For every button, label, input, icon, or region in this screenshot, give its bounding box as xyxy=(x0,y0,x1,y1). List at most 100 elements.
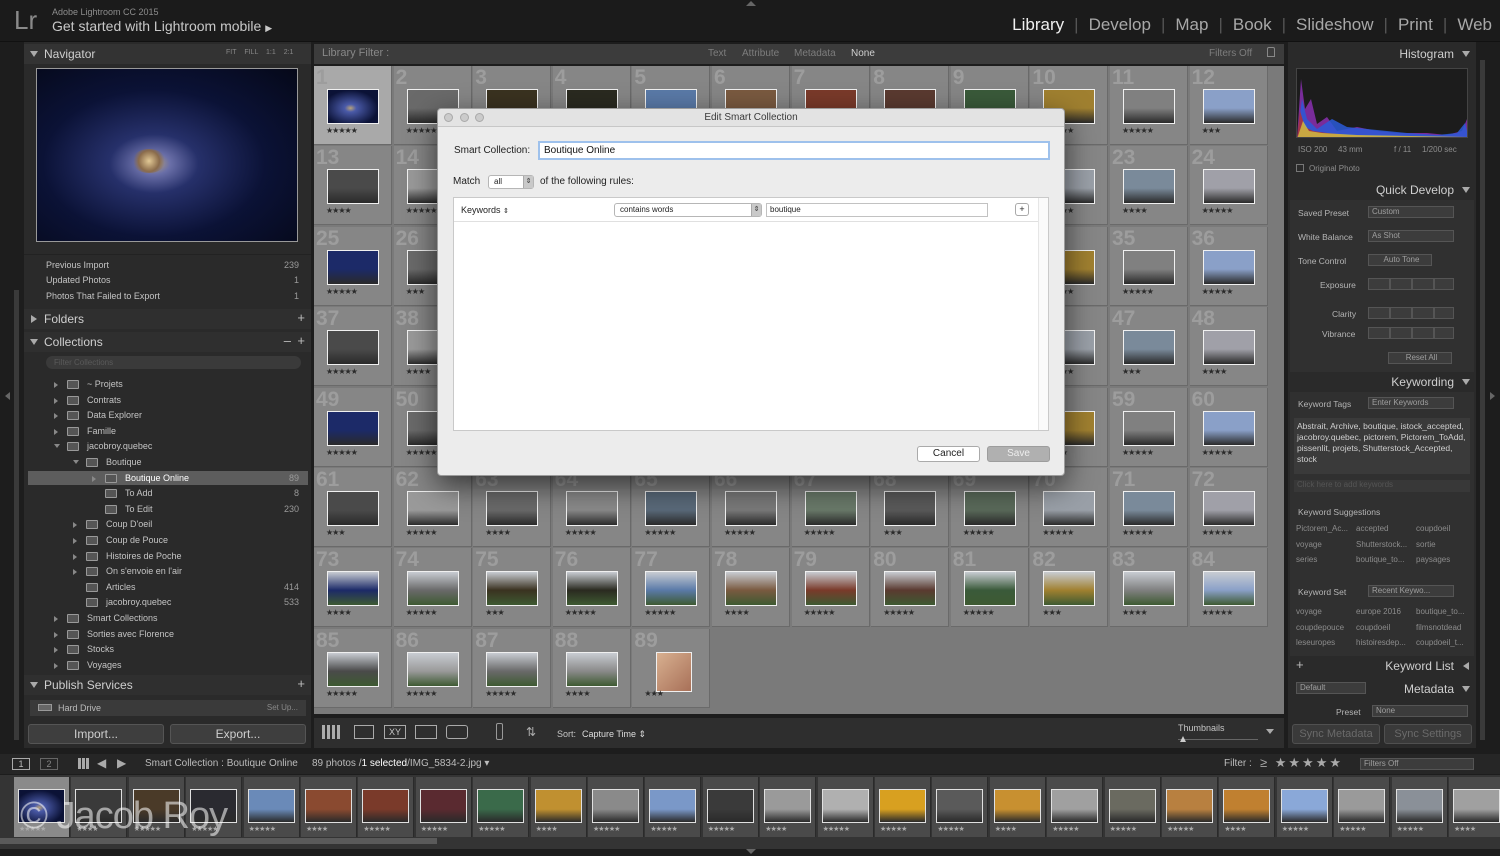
compare-view-icon[interactable]: XY xyxy=(384,725,406,739)
add-collection-icon[interactable]: + xyxy=(297,333,305,348)
star-rating[interactable]: ★★★ xyxy=(326,528,345,537)
grid-cell[interactable]: 66 ★★★★★ xyxy=(712,468,790,547)
grid-thumbnail[interactable] xyxy=(327,410,379,446)
filmstrip-cell[interactable]: ★★★★★ xyxy=(932,777,989,837)
star-rating[interactable]: ★★★★★ xyxy=(1122,287,1154,296)
filter-metadata[interactable]: Metadata xyxy=(794,48,836,59)
grid-thumbnail[interactable] xyxy=(486,651,539,687)
filmstrip-thumbnail[interactable] xyxy=(764,789,812,823)
grid-cell[interactable]: 75 ★★★ xyxy=(473,548,552,628)
star-rating[interactable]: ★★★★★ xyxy=(1122,528,1154,537)
grid-cell[interactable]: 69 ★★★★★ xyxy=(950,468,1029,547)
collapse-top-arrow-icon[interactable] xyxy=(746,1,756,6)
grid-thumbnail[interactable] xyxy=(804,571,857,607)
filmstrip-cell[interactable]: ★★★★★ xyxy=(358,777,415,837)
grid-thumbnail[interactable] xyxy=(963,491,1016,526)
grid-view-small-icon[interactable] xyxy=(78,758,89,769)
collection-item[interactable]: ~ Projets xyxy=(87,379,123,389)
filmstrip-thumbnail[interactable] xyxy=(1108,789,1156,823)
grid-thumbnail[interactable] xyxy=(725,571,777,607)
filmstrip-cell[interactable]: ★★★★★ xyxy=(1104,777,1161,837)
loupe-view-icon[interactable] xyxy=(354,725,374,739)
filmstrip-thumbnail[interactable] xyxy=(879,789,926,823)
filmstrip-thumbnail[interactable] xyxy=(477,789,525,823)
filmstrip-thumbnail[interactable] xyxy=(821,789,869,823)
star-rating[interactable]: ★★★★★ xyxy=(406,206,438,215)
rule-value-field[interactable]: boutique xyxy=(766,203,988,217)
filmstrip-thumbnail[interactable] xyxy=(419,789,467,823)
filmstrip-cell[interactable]: ★★★★★ xyxy=(817,777,874,837)
collapse-bottom-arrow-icon[interactable] xyxy=(746,849,756,854)
grid-thumbnail[interactable] xyxy=(406,651,459,687)
filmstrip-cell[interactable]: ★★★★ xyxy=(760,777,817,837)
star-rating[interactable]: ★★★★ xyxy=(326,608,352,617)
grid-cell[interactable]: 67 ★★★★★ xyxy=(791,468,870,547)
star-rating[interactable]: ★★★ xyxy=(883,528,902,537)
clarity-stepper[interactable] xyxy=(1368,307,1454,319)
mobile-link-label[interactable]: Get started with Lightroom mobile xyxy=(52,18,261,34)
filmstrip-scrollbar[interactable] xyxy=(0,838,437,844)
disclosure-triangle-icon[interactable] xyxy=(73,460,79,464)
grid-cell[interactable]: 73 ★★★★ xyxy=(314,548,392,628)
star-rating[interactable]: ★★★★★ xyxy=(1042,528,1074,537)
grid-cell[interactable]: 77 ★★★★★ xyxy=(632,548,711,628)
collection-item[interactable]: On s'envoie en l'air xyxy=(106,566,182,576)
filmstrip-cell[interactable]: ★★★★ xyxy=(301,777,357,837)
star-rating[interactable]: ★★★★★ xyxy=(406,448,438,457)
star-rating[interactable]: ★★★ xyxy=(406,287,425,296)
star-rating[interactable]: ★★★★ xyxy=(1122,206,1148,215)
filmstrip-cell[interactable]: ★★★★★ xyxy=(473,777,530,837)
grid-cell[interactable]: 49 ★★★★★ xyxy=(314,387,392,467)
grid-cell[interactable]: 65 ★★★★★ xyxy=(632,468,711,547)
filmstrip-thumbnail[interactable] xyxy=(1166,789,1213,823)
collection-item[interactable]: Smart Collections xyxy=(87,613,158,623)
grid-thumbnail[interactable] xyxy=(1123,491,1175,526)
grid-cell[interactable]: 81 ★★★★★ xyxy=(950,548,1029,628)
star-rating[interactable]: ★★★★★ xyxy=(326,689,358,698)
disclosure-triangle-icon[interactable] xyxy=(54,662,58,669)
add-keywords-input[interactable]: Click here to add keywords xyxy=(1294,480,1470,492)
star-rating[interactable]: ★★★★ xyxy=(565,689,591,698)
disclosure-triangle-icon[interactable] xyxy=(73,569,77,576)
star-rating[interactable]: ★★★★★ xyxy=(1202,206,1234,215)
keyword-chip[interactable]: boutique_to... xyxy=(1416,607,1464,616)
star-rating[interactable]: ★★★★ xyxy=(1122,608,1148,617)
star-rating[interactable]: ★★★ xyxy=(485,608,504,617)
disclosure-triangle-icon[interactable] xyxy=(54,444,60,449)
disclosure-triangle-icon[interactable] xyxy=(73,538,77,544)
star-rating[interactable]: ★★★★★ xyxy=(565,528,597,537)
star-rating[interactable]: ★★★★ xyxy=(485,528,511,537)
keyword-chip[interactable]: voyage xyxy=(1296,607,1322,616)
grid-cell[interactable]: 68 ★★★ xyxy=(871,468,950,547)
white-balance-select[interactable]: As Shot xyxy=(1368,230,1454,242)
grid-thumbnail[interactable] xyxy=(327,651,379,687)
add-publish-icon[interactable]: + xyxy=(297,676,305,691)
grid-thumbnail[interactable] xyxy=(1202,249,1255,285)
metadata-view-select[interactable]: Default xyxy=(1296,682,1366,694)
star-rating[interactable]: ★★★★★ xyxy=(406,528,438,537)
filmstrip-cell[interactable]: ★★★★ xyxy=(1449,777,1500,837)
filmstrip-thumbnail[interactable] xyxy=(247,789,295,823)
grid-thumbnail[interactable] xyxy=(1202,169,1255,205)
grid-thumbnail[interactable] xyxy=(1202,491,1255,526)
grid-cell[interactable]: 62 ★★★★★ xyxy=(393,468,472,547)
exposure-stepper[interactable] xyxy=(1368,278,1454,290)
grid-thumbnail[interactable] xyxy=(1123,169,1175,205)
disclosure-triangle-icon[interactable] xyxy=(73,522,77,529)
grid-cell[interactable]: 61 ★★★ xyxy=(314,468,392,547)
add-keyword-icon[interactable]: + xyxy=(1296,657,1304,672)
grid-thumbnail[interactable] xyxy=(565,651,618,687)
star-rating[interactable]: ★★★★★ xyxy=(1202,448,1234,457)
filmstrip-cell[interactable]: ★★★★★ xyxy=(588,777,644,837)
keyword-list-header[interactable]: + Keyword List xyxy=(1288,656,1476,676)
zoom-window-icon[interactable] xyxy=(475,113,484,122)
collection-item[interactable]: Boutique Online xyxy=(125,473,189,483)
disclosure-triangle-icon[interactable] xyxy=(54,382,58,388)
star-rating[interactable]: ★★★★★ xyxy=(326,367,358,376)
collapse-left-arrow-icon[interactable] xyxy=(5,392,10,400)
survey-view-icon[interactable] xyxy=(415,725,437,739)
module-print[interactable]: Print xyxy=(1398,15,1433,35)
sort-direction-icon[interactable]: ⇅ xyxy=(526,725,536,739)
filmstrip-thumbnail[interactable] xyxy=(993,789,1041,823)
star-rating[interactable]: ★★★★★ xyxy=(565,608,597,617)
